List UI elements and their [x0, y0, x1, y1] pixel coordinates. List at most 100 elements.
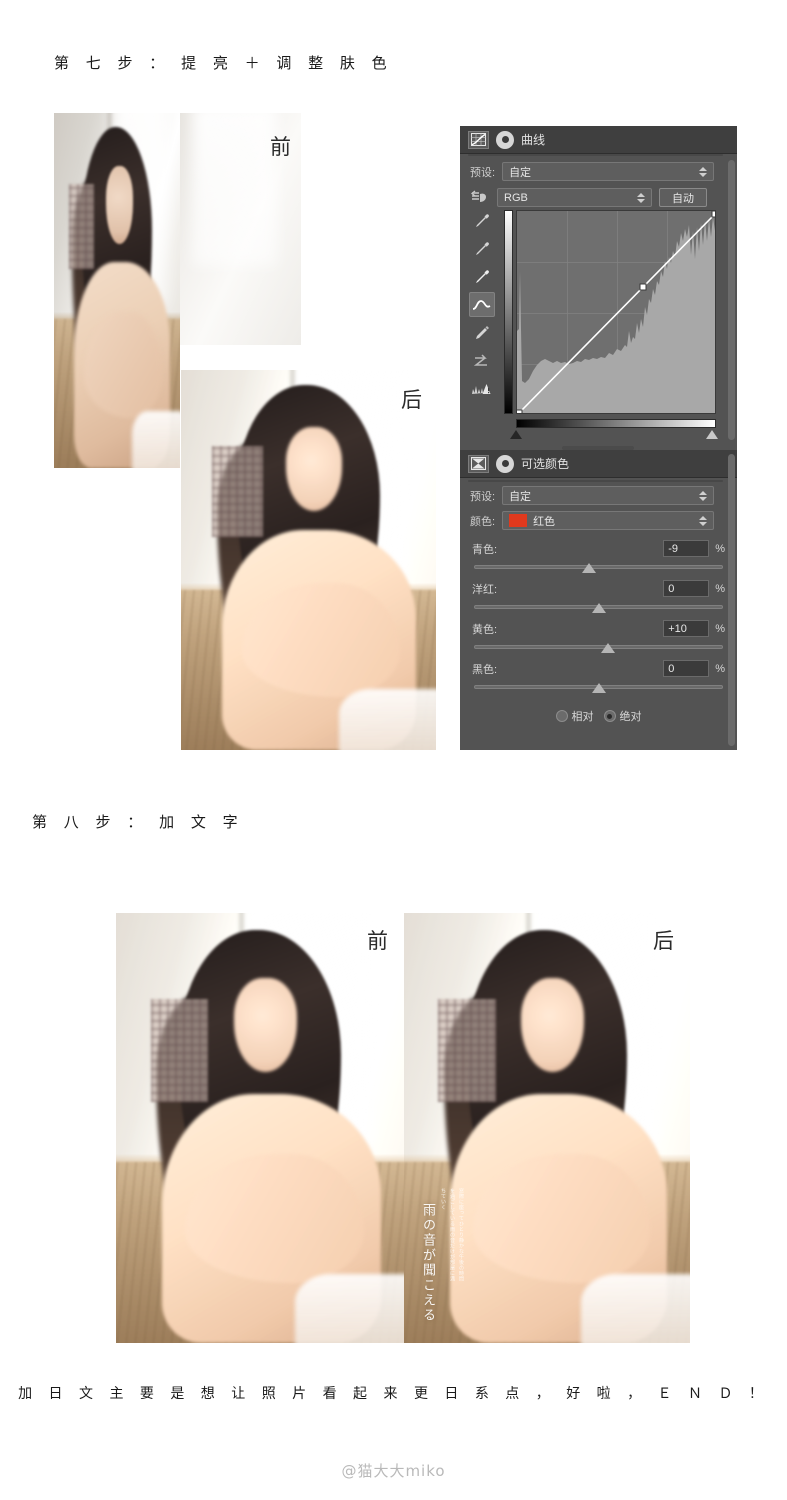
- step7-after-photo: 后: [181, 370, 436, 750]
- sc-slider-cyan[interactable]: 青色: -9 %: [460, 540, 737, 574]
- step7-before-photo: [54, 113, 180, 468]
- japanese-headline-overlay: 雨の音が聞こえる: [420, 1203, 435, 1323]
- output-gradient-strip: [504, 210, 513, 414]
- smooth-curve-icon[interactable]: [469, 348, 495, 373]
- after-label: 后: [653, 929, 674, 953]
- curve-point-tool-icon[interactable]: [469, 292, 495, 317]
- sc-slider-cyan-unit: %: [715, 542, 725, 555]
- step8-before-photo: 前: [116, 913, 404, 1343]
- selective-color-titlebar: 可选颜色: [460, 450, 737, 478]
- pencil-draw-curve-icon[interactable]: [469, 320, 495, 345]
- curves-auto-button[interactable]: 自动: [659, 188, 707, 207]
- on-image-adjust-icon[interactable]: [470, 190, 490, 206]
- sc-color-select[interactable]: 红色: [502, 511, 715, 530]
- curves-preset-row: 预设: 自定: [460, 162, 737, 181]
- input-gradient-strip: [516, 419, 716, 428]
- arm: [84, 311, 163, 419]
- radio-icon[interactable]: [555, 710, 568, 722]
- slider-thumb[interactable]: [591, 683, 606, 693]
- chevron-updown-icon: [637, 192, 645, 203]
- sc-preset-select[interactable]: 自定: [502, 486, 715, 505]
- panel-divider: [468, 480, 723, 482]
- selective-color-adjustment-icon: [468, 454, 489, 473]
- before-label: 前: [270, 135, 291, 159]
- curves-preset-select[interactable]: 自定: [502, 162, 715, 181]
- panel-drag-grip[interactable]: [562, 446, 634, 450]
- radio-icon-selected[interactable]: [603, 710, 616, 722]
- sc-preset-row: 预设: 自定: [460, 486, 737, 505]
- sc-preset-label: 预设:: [470, 490, 496, 503]
- sc-slider-magenta-unit: %: [715, 582, 725, 595]
- panel-divider: [468, 154, 723, 156]
- step7-before-photo-extension: 前: [180, 113, 301, 345]
- sc-slider-magenta-value[interactable]: 0: [663, 580, 710, 597]
- curve-plot[interactable]: [516, 210, 716, 414]
- curves-panel-scrollbar[interactable]: [728, 160, 735, 440]
- sample-black-point-eyedropper-icon[interactable]: [469, 208, 495, 233]
- sc-slider-yellow-unit: %: [715, 622, 725, 635]
- selective-color-panel[interactable]: 可选颜色 预设: 自定 颜色: 红色 青色: -9 % 洋红: 0 % 黄色: …: [460, 444, 737, 750]
- japanese-body-overlay: 窓際に座ってひとり静かな午後の時間を過ごしている雨の音だけが部屋に満ちていく: [440, 1188, 464, 1282]
- sc-method-radio-group[interactable]: 相对 绝对: [460, 708, 737, 724]
- sc-slider-yellow-label: 黄色:: [472, 623, 498, 636]
- curves-panel[interactable]: 曲线 预设: 自定 RGB 自动: [460, 126, 737, 444]
- curves-preset-value: 自定: [509, 166, 532, 179]
- chevron-updown-icon: [699, 166, 708, 177]
- white-sheet: [294, 1274, 404, 1343]
- curves-channel-row: RGB 自动: [460, 188, 737, 207]
- black-point-slider[interactable]: [510, 430, 522, 439]
- sc-method-absolute-label: 绝对: [619, 711, 642, 723]
- sc-slider-black[interactable]: 黑色: 0 %: [460, 660, 737, 694]
- chevron-updown-icon: [699, 490, 708, 501]
- white-sheet: [581, 1274, 690, 1343]
- plaid-fabric: [69, 184, 95, 270]
- after-label: 后: [401, 388, 422, 412]
- sample-white-point-eyedropper-icon[interactable]: [469, 264, 495, 289]
- sc-slider-magenta[interactable]: 洋红: 0 %: [460, 580, 737, 614]
- plaid-fabric: [150, 999, 209, 1103]
- slider-thumb[interactable]: [601, 643, 616, 653]
- clipping-warning-icon[interactable]: [469, 376, 495, 401]
- face: [285, 427, 342, 511]
- curve-handle-white-point[interactable]: [711, 211, 715, 218]
- slider-track[interactable]: [474, 565, 723, 569]
- curve-handle-black-point[interactable]: [517, 409, 523, 413]
- curves-panel-title: 曲线: [521, 133, 546, 147]
- slider-track[interactable]: [474, 645, 723, 649]
- sc-method-relative[interactable]: 相对: [555, 708, 594, 724]
- curve-handle-midpoint[interactable]: [639, 283, 647, 291]
- before-label: 前: [367, 929, 388, 953]
- window-light: [192, 113, 277, 267]
- step8-after-photo: 雨の音が聞こえる 窓際に座ってひとり静かな午後の時間を過ごしている雨の音だけが部…: [404, 913, 690, 1343]
- footer-note: 加 日 文 主 要 是 想 让 照 片 看 起 来 更 日 系 点 ， 好 啦 …: [18, 1386, 769, 1402]
- sc-color-label: 颜色:: [470, 515, 496, 528]
- curves-channel-select[interactable]: RGB: [497, 188, 652, 207]
- sc-slider-magenta-label: 洋红:: [472, 583, 498, 596]
- sc-slider-yellow[interactable]: 黄色: +10 %: [460, 620, 737, 654]
- curve-tool-column[interactable]: [468, 208, 496, 401]
- slider-thumb[interactable]: [581, 563, 596, 573]
- slider-thumb[interactable]: [591, 603, 606, 613]
- sc-slider-yellow-value[interactable]: +10: [663, 620, 710, 637]
- curves-channel-value: RGB: [504, 191, 528, 204]
- curves-preset-label: 预设:: [470, 166, 496, 179]
- sc-color-row: 颜色: 红色: [460, 511, 737, 530]
- sample-gray-point-eyedropper-icon[interactable]: [469, 236, 495, 261]
- white-point-slider[interactable]: [706, 430, 718, 439]
- sc-method-absolute[interactable]: 绝对: [603, 708, 642, 724]
- sc-preset-value: 自定: [509, 490, 532, 503]
- sc-slider-black-value[interactable]: 0: [663, 660, 710, 677]
- sc-slider-cyan-value[interactable]: -9: [663, 540, 710, 557]
- curve-editor[interactable]: [460, 208, 737, 439]
- step-7-heading: 第 七 步 ： 提 亮 ＋ 调 整 肤 色: [54, 54, 393, 72]
- watermark: @猫大大miko: [341, 1462, 446, 1480]
- curves-panel-titlebar: 曲线: [460, 126, 737, 154]
- sc-slider-black-unit: %: [715, 662, 725, 675]
- chevron-updown-icon: [699, 515, 708, 526]
- sc-method-relative-label: 相对: [571, 711, 594, 723]
- selective-color-panel-scrollbar[interactable]: [728, 454, 735, 746]
- plaid-fabric: [211, 446, 263, 538]
- white-sheet: [339, 689, 436, 750]
- white-sheet: [132, 411, 180, 468]
- curve-line[interactable]: [517, 211, 716, 414]
